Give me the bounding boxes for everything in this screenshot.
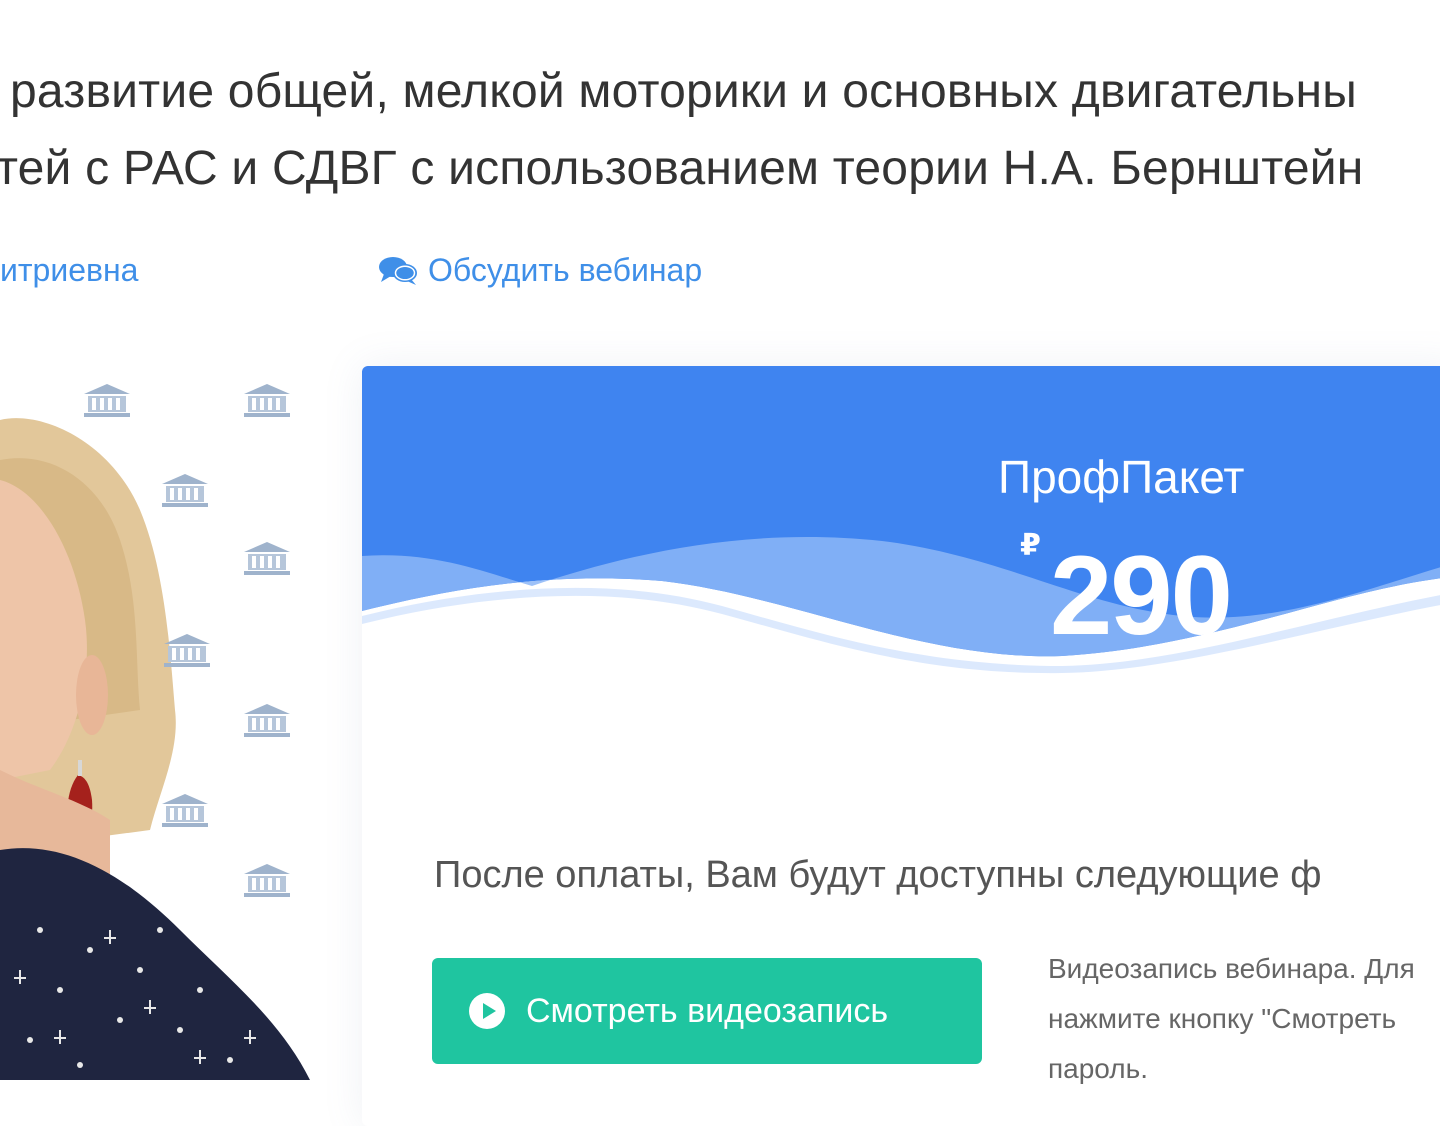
plan-name: ПрофПакет	[998, 451, 1245, 503]
pricing-card: ПрофПакет ₽ 290 После оплаты, Вам будут …	[362, 366, 1440, 1126]
institution-emblem-icon	[84, 384, 130, 417]
institution-emblem-icon	[162, 794, 208, 827]
speaker-photo	[0, 330, 340, 1080]
discuss-webinar-link[interactable]: Обсудить вебинар	[378, 250, 702, 290]
institution-emblem-icon	[244, 704, 290, 737]
discuss-webinar-label: Обсудить вебинар	[428, 252, 703, 288]
watch-desc-line: Видеозапись вебинара. Для	[1048, 953, 1415, 984]
institution-emblem-icon	[162, 474, 208, 507]
watch-recording-button[interactable]: Смотреть видеозапись	[432, 958, 982, 1064]
page-title-line-2: тей с РАС и СДВГ с использованием теории…	[0, 142, 1364, 195]
page-title-line-1: развитие общей, мелкой моторики и основн…	[10, 65, 1357, 118]
watch-recording-description: Видеозапись вебинара. Для нажмите кнопку…	[1048, 944, 1440, 1094]
play-icon	[469, 993, 505, 1029]
after-payment-heading: После оплаты, Вам будут доступны следующ…	[434, 854, 1322, 896]
institution-emblem-icon	[244, 542, 290, 575]
pricing-card-header	[362, 366, 1440, 686]
currency-symbol: ₽	[1020, 529, 1041, 562]
institution-emblem-icon	[164, 634, 210, 667]
watch-desc-line: нажмите кнопку "Смотреть	[1048, 1003, 1397, 1034]
author-link[interactable]: итриевна	[0, 250, 138, 290]
comments-icon	[379, 257, 417, 285]
watch-desc-line: пароль.	[1048, 1053, 1148, 1084]
plan-price: 290	[1050, 533, 1233, 658]
institution-emblem-icon	[244, 384, 290, 417]
institution-emblem-icon	[244, 864, 290, 897]
watch-recording-label: Смотреть видеозапись	[526, 991, 889, 1030]
